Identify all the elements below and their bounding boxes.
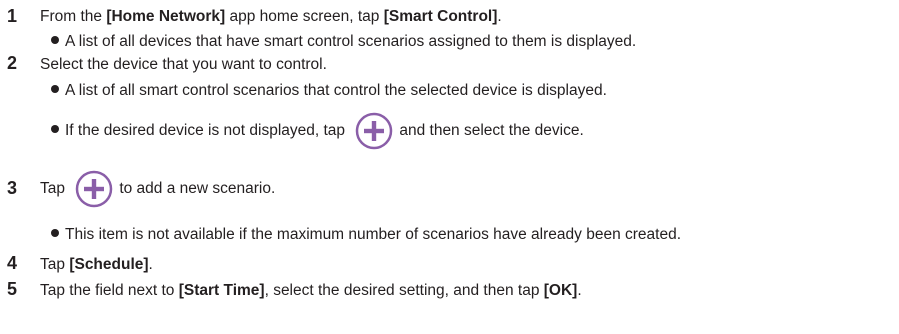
- control-label: [Schedule]: [69, 256, 149, 273]
- step-text: Tap the field next to [Start Time], sele…: [40, 282, 582, 299]
- step-bullet: A list of all smart control scenarios th…: [51, 82, 607, 100]
- step-text: Select the device that you want to contr…: [40, 56, 327, 73]
- bullet-dot: [51, 229, 59, 237]
- step-number: 4: [7, 253, 18, 273]
- plus-circle-icon: [355, 112, 393, 150]
- step-text: From the [Home Network] app home screen,…: [40, 8, 502, 25]
- step-number: 1: [7, 6, 18, 26]
- bullet-dot: [51, 125, 59, 134]
- step-number: 3: [7, 178, 18, 198]
- app-name: [Home Network]: [106, 8, 226, 25]
- step-number: 5: [7, 279, 18, 299]
- bullet-dot: [51, 85, 59, 93]
- step-bullet: If the desired device is not displayed, …: [51, 112, 584, 150]
- step-text: Tap to add a new scenario.: [40, 170, 275, 208]
- step-text: Tap [Schedule].: [40, 256, 153, 273]
- ok-label: [OK]: [543, 282, 578, 299]
- plus-circle-icon: [75, 170, 113, 208]
- step-number: 2: [7, 53, 18, 73]
- field-label: [Start Time]: [178, 282, 265, 299]
- step-bullet: This item is not available if the maximu…: [51, 226, 681, 244]
- control-label: [Smart Control]: [383, 8, 498, 25]
- bullet-dot: [51, 36, 59, 44]
- step-bullet: A list of all devices that have smart co…: [51, 33, 636, 51]
